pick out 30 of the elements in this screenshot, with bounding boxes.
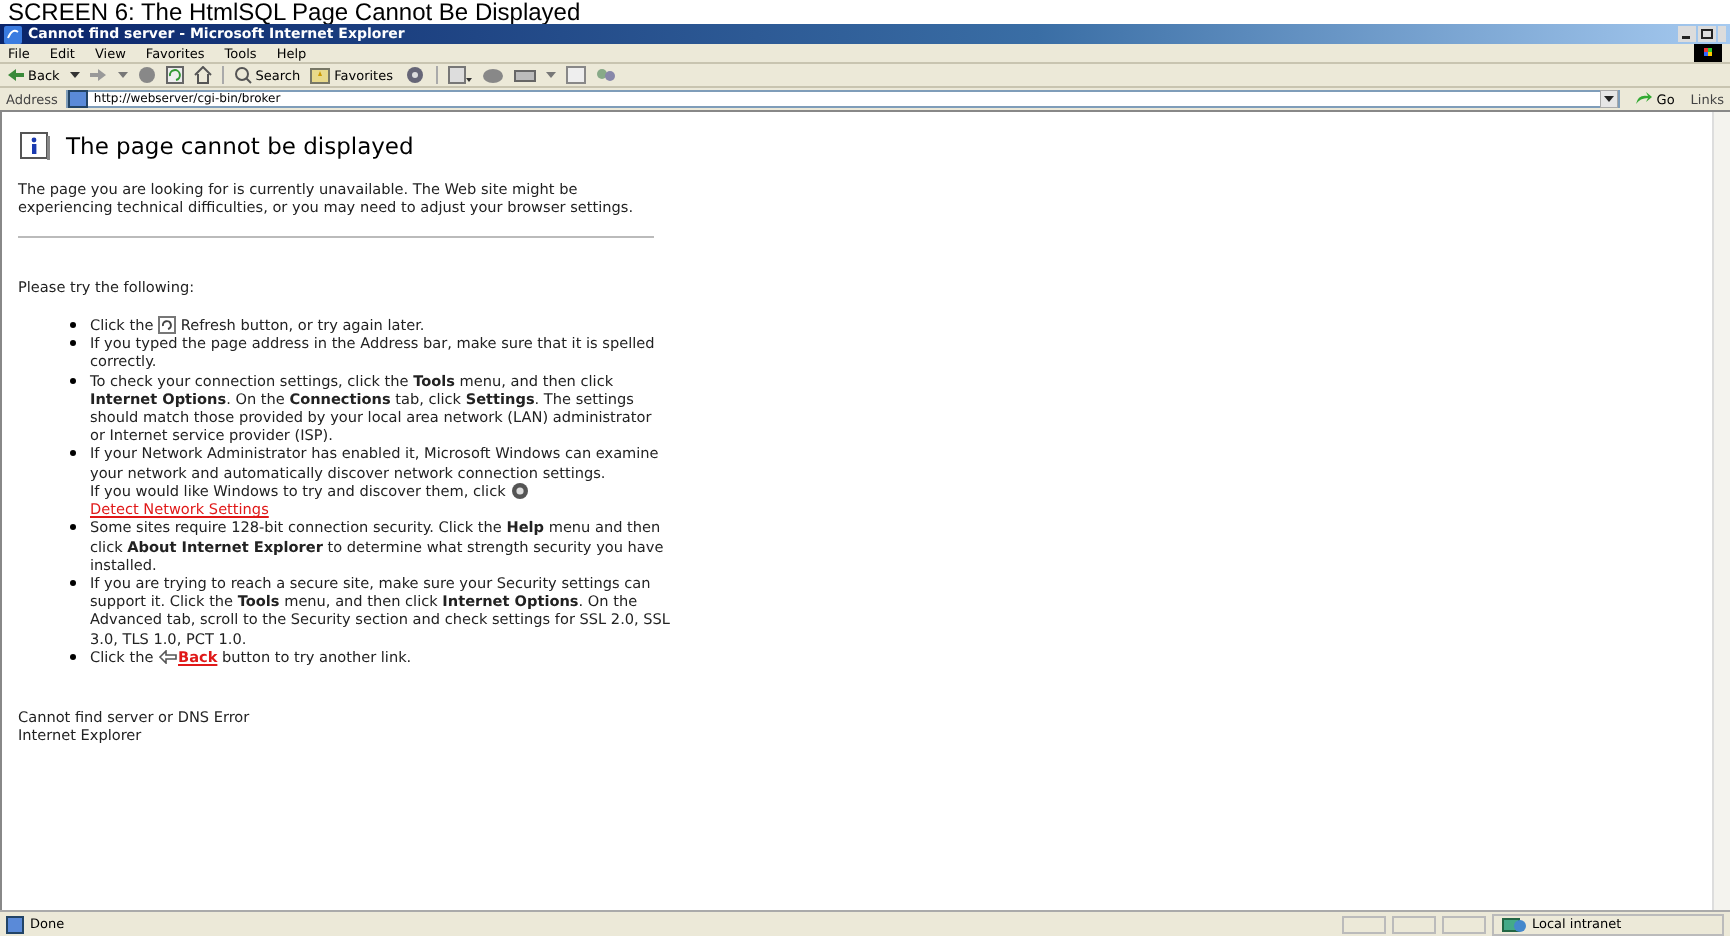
back-arrow-icon (6, 68, 24, 82)
dropdown-arrow-icon[interactable] (69, 71, 80, 79)
dropdown-arrow-icon[interactable] (1600, 90, 1619, 108)
bullet-icon (70, 377, 76, 384)
intranet-icon (1502, 915, 1526, 933)
back-arrow-icon (158, 650, 179, 665)
page-heading: The page cannot be displayed (66, 132, 414, 160)
home-icon[interactable] (193, 66, 212, 84)
bullet-icon (70, 580, 76, 587)
bullet-icon (70, 321, 76, 328)
page-icon (6, 915, 24, 933)
maximize-icon[interactable] (1698, 26, 1716, 42)
minimize-icon[interactable] (1678, 26, 1696, 42)
bullet-icon (70, 450, 76, 457)
bullet-icon (70, 653, 76, 660)
refresh-icon[interactable] (165, 66, 184, 84)
scrollbar[interactable] (1712, 112, 1730, 910)
bullet-icon (70, 340, 76, 347)
page-caption: SCREEN 6: The HtmlSQL Page Cannot Be Displayed (6, 0, 581, 24)
status-pane (1342, 915, 1386, 933)
info-icon (20, 132, 50, 160)
refresh-icon (158, 316, 177, 335)
go-arrow-icon (1636, 92, 1653, 106)
page-icon (67, 90, 88, 108)
status-pane (1442, 915, 1486, 933)
status-pane (1392, 915, 1436, 933)
windows-logo-icon (1694, 44, 1722, 62)
search-icon (233, 66, 252, 84)
browser-icon (4, 25, 22, 43)
bullet-icon (70, 524, 76, 531)
